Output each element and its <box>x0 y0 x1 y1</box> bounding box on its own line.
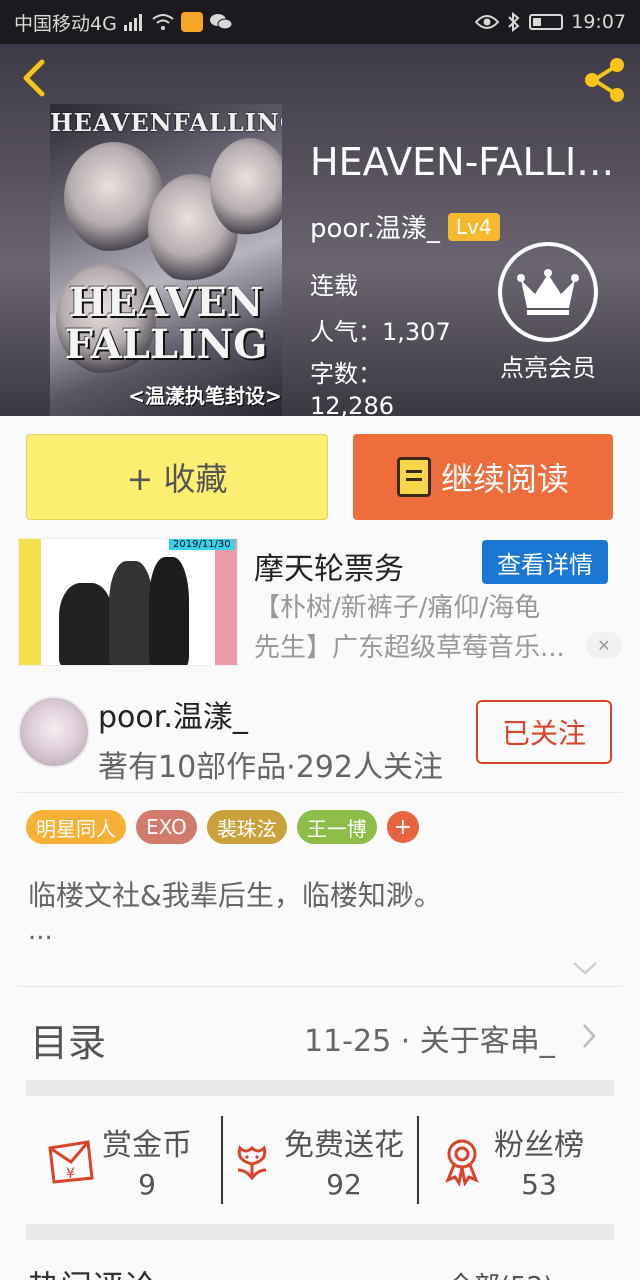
book-intro: 临楼文社&我辈后生，临楼知渺。 <box>28 879 442 912</box>
signal-icon <box>123 14 142 31</box>
back-icon[interactable] <box>16 58 56 98</box>
ad-date: 2019/11/30 <box>169 539 235 550</box>
eye-icon <box>475 15 500 29</box>
toc-label[interactable]: 目录 <box>30 1012 106 1067</box>
toc-latest-chapter[interactable]: 11-25 · 关于客串_ <box>304 1016 555 1060</box>
follow-button[interactable]: 已关注 <box>476 700 612 764</box>
wifi-icon <box>152 14 174 30</box>
ad-figure <box>59 583 113 665</box>
author-name[interactable]: poor.温漾_ <box>310 208 440 245</box>
status-bar: 中国移动4G 19:07 <box>0 0 640 44</box>
author-row[interactable]: poor.温漾_ Lv4 <box>310 208 500 245</box>
vip-label: 点亮会员 <box>500 354 596 382</box>
tag-chip[interactable]: EXO <box>136 810 197 844</box>
divider <box>18 986 622 987</box>
tag-list: 明星同人 EXO 裴珠泫 王一博 + <box>26 810 419 844</box>
section-separator <box>26 1080 614 1096</box>
wechat-icon <box>209 14 233 30</box>
cover-subtitle: <温漾执笔封设> <box>128 384 282 408</box>
ad-description-line: 先生】广东超级草莓音乐... <box>254 633 565 663</box>
cover-title-large: HEAVEN FALLING <box>50 282 282 366</box>
battery-icon <box>529 14 564 30</box>
continue-reading-button[interactable]: 继续阅读 <box>353 434 613 520</box>
app-notification-icon <box>180 12 203 32</box>
ad-strip <box>19 539 41 665</box>
tag-chip[interactable]: 明星同人 <box>26 810 126 844</box>
book-title: HEAVEN-FALLIN... <box>310 140 640 184</box>
book-cover[interactable]: HEAVENFALLING HEAVEN FALLING <温漾执笔封设> <box>50 104 282 416</box>
clock-time: 19:07 <box>571 11 626 33</box>
hot-comments-label: 热门评论 <box>28 1262 156 1280</box>
book-header: HEAVENFALLING HEAVEN FALLING <温漾执笔封设> HE… <box>0 44 640 416</box>
popularity-value: 1,307 <box>382 318 451 346</box>
reward-coins-button[interactable]: ¥ 赏金币 9 <box>44 1116 192 1204</box>
word-count-value: 12,286 <box>310 392 394 416</box>
section-separator <box>26 1224 614 1240</box>
avatar[interactable] <box>18 696 90 768</box>
vip-button[interactable]: 点亮会员 <box>488 242 608 383</box>
author-card-name[interactable]: poor.温漾_ <box>98 692 248 736</box>
fans-value: 53 <box>521 1167 557 1201</box>
bluetooth-icon <box>508 12 520 32</box>
ad-detail-button[interactable]: 查看详情 <box>482 540 608 584</box>
divider <box>221 1116 223 1204</box>
ad-close-icon[interactable]: ✕ <box>586 632 622 658</box>
all-comments-link[interactable]: 全部(52) <box>448 1266 553 1280</box>
fans-label: 粉丝榜 <box>494 1127 584 1163</box>
word-count-label: 字数： <box>310 360 382 388</box>
ad-description[interactable]: 【朴树/新裤子/痛仰/海龟 先生】广东超级草莓音乐... <box>254 588 614 668</box>
reward-label: 赏金币 <box>102 1127 192 1163</box>
ad-strip <box>215 539 237 665</box>
free-flower-button[interactable]: 免费送花 92 <box>226 1116 404 1204</box>
ad-description-line: 【朴树/新裤子/痛仰/海龟 <box>254 593 541 623</box>
reward-value: 9 <box>138 1167 156 1201</box>
flower-value: 92 <box>326 1167 362 1201</box>
medal-icon <box>445 1139 479 1186</box>
tag-chip[interactable]: 王一博 <box>296 810 377 844</box>
continue-reading-label: 继续阅读 <box>440 460 569 498</box>
popularity-label: 人气： <box>310 318 382 346</box>
flower-icon <box>237 1145 267 1181</box>
svg-text:¥: ¥ <box>66 1166 75 1182</box>
ad-figure <box>149 557 189 665</box>
book-icon <box>396 457 431 497</box>
tag-chip[interactable]: 裴珠泫 <box>206 810 287 844</box>
ad-figure <box>109 561 153 665</box>
book-status: 连载 <box>310 272 358 300</box>
ad-title[interactable]: 摩天轮票务 <box>254 544 404 588</box>
intro-ellipsis: ... <box>28 916 53 946</box>
divider <box>417 1116 419 1204</box>
ad-image[interactable]: 2019/11/30 <box>18 538 238 666</box>
word-count: 字数： 12,286 <box>310 358 400 416</box>
carrier-label: 中国移动4G <box>14 12 117 35</box>
fan-ranking-button[interactable]: 粉丝榜 53 <box>436 1116 584 1204</box>
chevron-down-icon[interactable] <box>570 958 600 978</box>
divider <box>18 792 622 793</box>
cover-title-top: HEAVENFALLING <box>50 108 282 137</box>
red-envelope-icon: ¥ <box>48 1140 94 1184</box>
collect-button[interactable]: + 收藏 <box>26 434 328 520</box>
level-badge: Lv4 <box>447 212 500 241</box>
add-tag-button[interactable]: + <box>386 811 419 843</box>
author-card-stats: 著有10部作品·292人关注 <box>98 750 443 785</box>
cover-figure <box>210 138 282 238</box>
flower-label: 免费送花 <box>284 1127 404 1163</box>
cover-title-line: FALLING <box>64 321 268 368</box>
popularity: 人气：1,307 <box>310 312 451 347</box>
crown-icon <box>498 242 598 342</box>
chevron-right-icon[interactable] <box>580 1022 598 1050</box>
cover-title-line: HEAVEN <box>68 279 264 326</box>
share-icon[interactable] <box>580 56 628 104</box>
